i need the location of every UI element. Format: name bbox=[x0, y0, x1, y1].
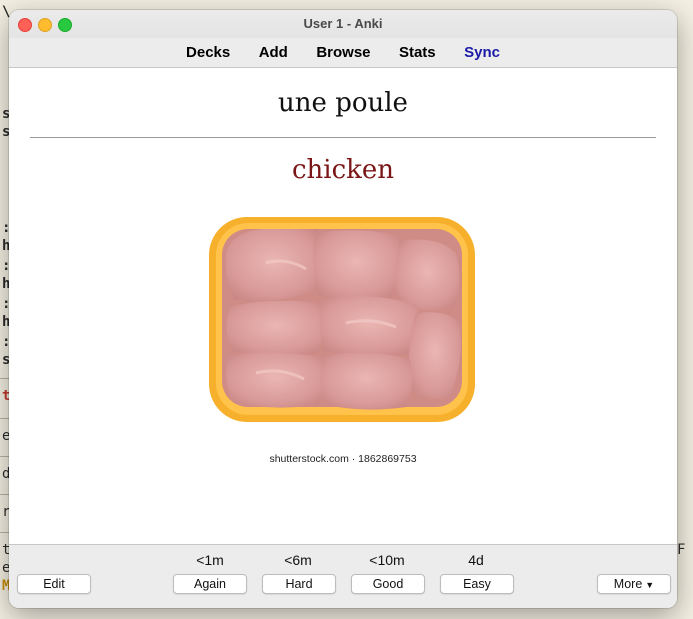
review-bottom-bar: <1m <6m <10m 4d Edit Again Hard Good Eas… bbox=[9, 544, 677, 608]
card-front-text: une poule bbox=[278, 88, 408, 118]
anki-window: User 1 - Anki Decks Add Browse Stats Syn… bbox=[9, 10, 677, 608]
easy-button[interactable]: Easy bbox=[440, 574, 514, 594]
maximize-dot-icon[interactable] bbox=[58, 18, 72, 32]
edit-button[interactable]: Edit bbox=[17, 574, 91, 594]
nav-decks[interactable]: Decks bbox=[186, 38, 230, 67]
card-back-text: chicken bbox=[291, 155, 395, 185]
top-navigation: Decks Add Browse Stats Sync bbox=[9, 38, 677, 68]
nav-sync[interactable]: Sync bbox=[464, 38, 500, 67]
chicken-tray-image bbox=[209, 217, 475, 422]
caret-down-icon: ▼ bbox=[645, 580, 655, 590]
window-title: User 1 - Anki bbox=[303, 16, 383, 31]
answer-divider bbox=[30, 137, 656, 138]
title-bar[interactable]: User 1 - Anki bbox=[9, 10, 677, 38]
nav-stats[interactable]: Stats bbox=[399, 38, 436, 67]
close-dot-icon[interactable] bbox=[18, 18, 32, 32]
again-button[interactable]: Again bbox=[173, 574, 247, 594]
card-view: une poule chicken shutterstock.com · 186… bbox=[9, 68, 677, 544]
nav-add[interactable]: Add bbox=[259, 38, 288, 67]
again-interval: <1m bbox=[196, 552, 224, 568]
hard-interval: <6m bbox=[284, 552, 312, 568]
more-button[interactable]: More ▼ bbox=[597, 574, 671, 594]
minimize-dot-icon[interactable] bbox=[38, 18, 52, 32]
nav-browse[interactable]: Browse bbox=[316, 38, 370, 67]
more-label: More bbox=[613, 577, 643, 591]
good-interval: <10m bbox=[369, 552, 405, 568]
easy-interval: 4d bbox=[468, 552, 484, 568]
good-button[interactable]: Good bbox=[351, 574, 425, 594]
hard-button[interactable]: Hard bbox=[262, 574, 336, 594]
image-credit: shutterstock.com · 1862869753 bbox=[269, 453, 417, 465]
